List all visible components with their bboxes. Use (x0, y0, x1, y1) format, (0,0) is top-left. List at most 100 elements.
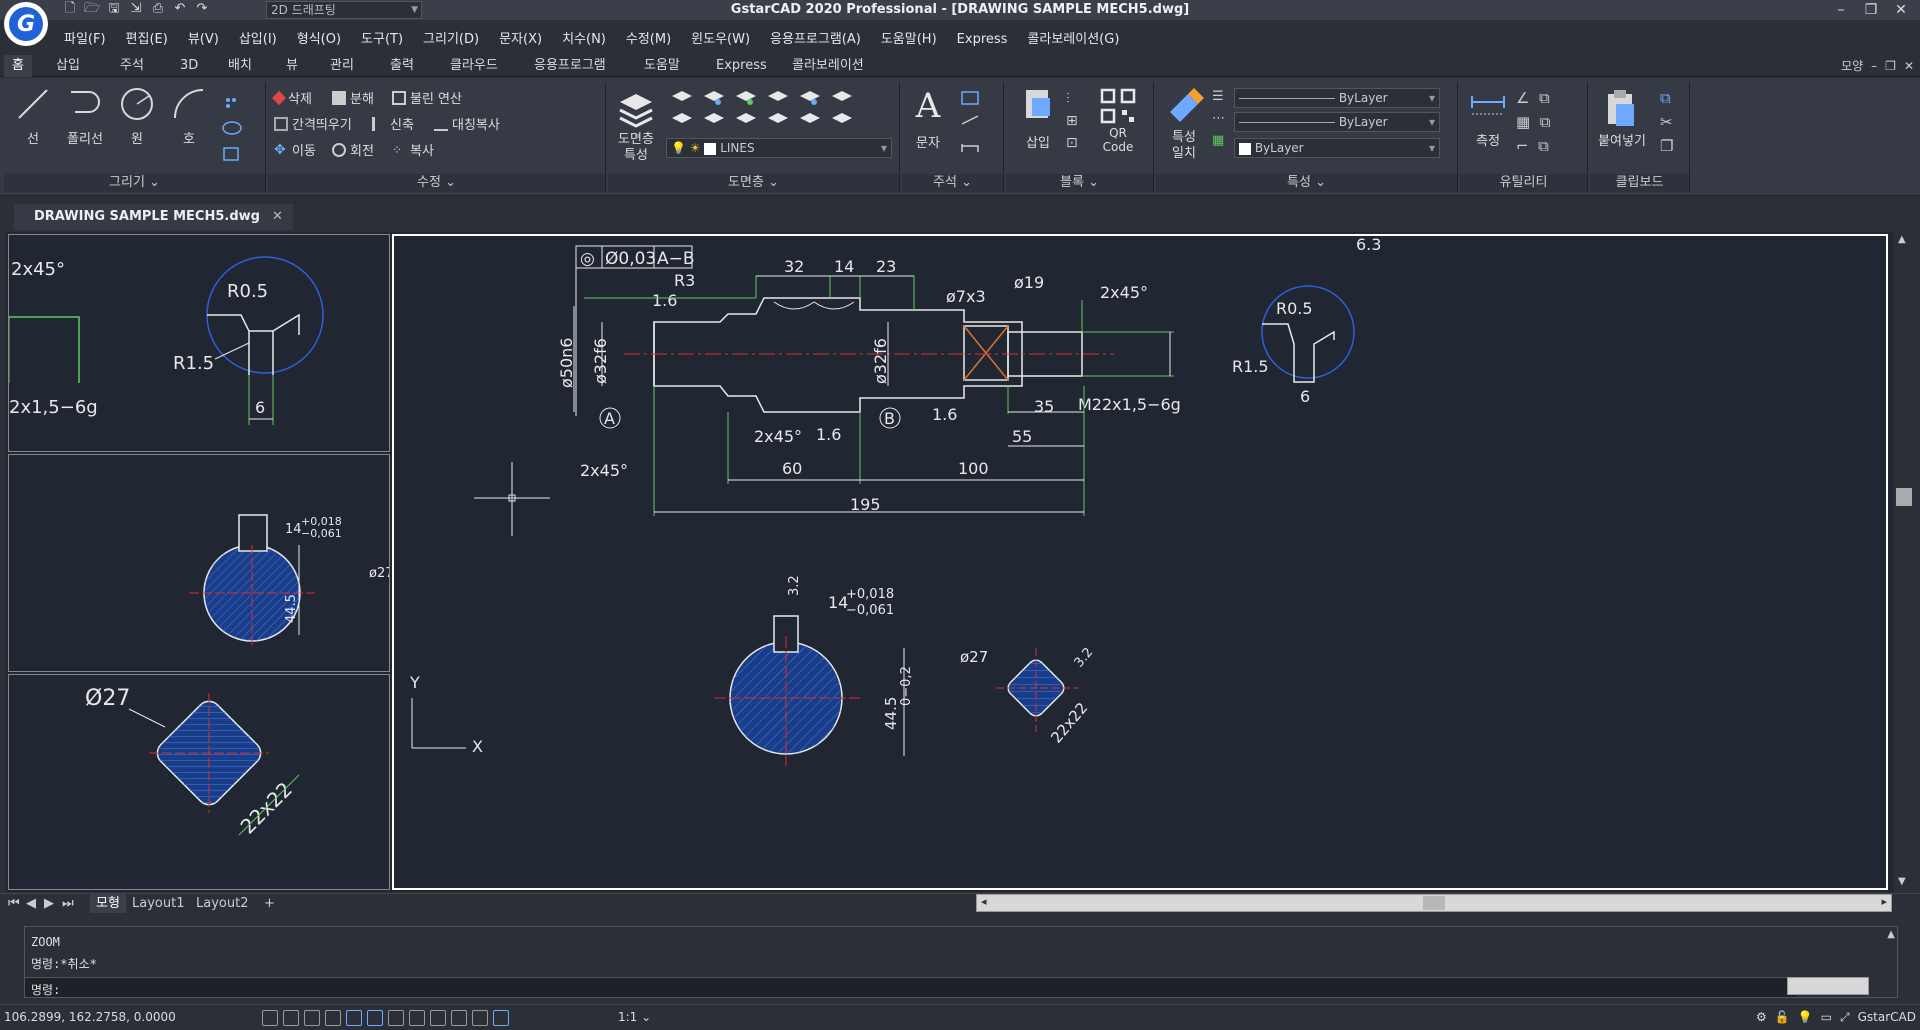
layout-tab[interactable]: Layout1 (132, 894, 184, 913)
redo-icon[interactable]: ↷ (194, 1, 210, 17)
match-properties-label[interactable]: 특성 일치 (1160, 130, 1208, 162)
monitor-icon[interactable]: ▭ (1821, 1005, 1832, 1029)
panel-annotation-title[interactable]: 주석 ⌄ (902, 174, 1003, 192)
ribbon-tab[interactable]: 관리 (322, 55, 362, 77)
save-as-icon[interactable]: ⇲ (128, 1, 144, 17)
menu-item[interactable]: 편집(E) (116, 30, 178, 50)
color-dropdown[interactable]: ByLayer ▾ (1234, 88, 1440, 108)
layout-nav-first-icon[interactable]: ⏮ (8, 894, 20, 913)
menu-item[interactable]: 그리기(D) (413, 30, 489, 50)
match-properties-icon[interactable] (1164, 86, 1204, 126)
layout-tab[interactable]: Layout2 (196, 894, 248, 913)
panel-layers-title[interactable]: 도면층 ⌄ (608, 174, 899, 192)
ortho-icon[interactable] (304, 1010, 320, 1026)
appearance-menu[interactable]: 모양 (1841, 55, 1863, 77)
snap-icon[interactable] (283, 1010, 299, 1026)
text-label[interactable]: 문자 (908, 132, 948, 151)
zoom-icon[interactable] (472, 1010, 488, 1026)
menu-item[interactable]: 수정(M) (616, 30, 681, 50)
ribbon-tab[interactable]: 도움말 (636, 55, 688, 77)
menu-item[interactable]: 문자(X) (489, 30, 552, 50)
close-tab-icon[interactable]: ✕ (272, 209, 283, 224)
layer-properties-icon[interactable] (616, 88, 656, 128)
insert-label[interactable]: 삽입 (1014, 132, 1062, 151)
otrack-icon[interactable] (367, 1010, 383, 1026)
ribbon-tab[interactable]: 3D (172, 55, 206, 77)
ribbon-close-icon[interactable]: ✕ (1904, 55, 1914, 77)
panel-modify-title[interactable]: 수정 ⌄ (268, 174, 605, 192)
ribbon-tab[interactable]: 배치 (220, 55, 260, 77)
layout-tab[interactable]: 모형 (90, 894, 126, 913)
ribbon-tab[interactable]: 콜라보레이션 (784, 55, 872, 77)
panel-block-title[interactable]: 블록 ⌄ (1006, 174, 1153, 192)
layout-tab[interactable]: + (264, 894, 275, 913)
offset-button[interactable]: 간격띄우기 (274, 114, 352, 133)
menu-item[interactable]: 콜라보레이션(G) (1017, 30, 1129, 50)
menu-item[interactable]: 도움말(H) (871, 30, 947, 50)
viewport-icon[interactable] (493, 1010, 509, 1026)
rotate-button[interactable]: 회전 (332, 140, 374, 159)
grid-icon[interactable] (262, 1010, 278, 1026)
save-icon[interactable]: 🖫 (106, 1, 122, 17)
insert-block-icon[interactable] (1020, 86, 1056, 126)
dyn-icon[interactable] (388, 1010, 404, 1026)
menu-item[interactable]: 응용프로그램(A) (760, 30, 871, 50)
layer-iso-icon[interactable] (451, 1010, 467, 1026)
utility-small-icons[interactable]: ∠ ⧉ ▦ ⧉ ⌐ ⧉ (1516, 86, 1550, 158)
paste-label[interactable]: 붙여넣기 (1592, 130, 1652, 149)
text-icon[interactable]: A (908, 86, 948, 126)
ribbon-tab[interactable]: 응용프로그램 (526, 55, 614, 77)
linetype-dropdown[interactable]: ByLayer ▾ (1234, 112, 1440, 132)
panel-draw-title[interactable]: 그리기 ⌄ (4, 174, 265, 192)
panel-clipboard-title[interactable]: 클립보드 (1590, 174, 1689, 192)
layer-properties-label[interactable]: 도면층 특성 (610, 132, 662, 164)
document-tab[interactable]: DRAWING SAMPLE MECH5.dwg ✕ (14, 204, 293, 230)
erase-button[interactable]: 삭제 (271, 88, 312, 107)
mirror-button[interactable]: 대칭복사 (434, 114, 500, 133)
lock-icon[interactable]: 🔓 (1775, 1005, 1790, 1029)
qprops-icon[interactable] (430, 1010, 446, 1026)
arc-button[interactable]: 호 (166, 84, 212, 147)
undo-icon[interactable]: ↶ (172, 1, 188, 17)
layout-nav-prev-icon[interactable]: ◀ (26, 894, 36, 913)
menu-item[interactable]: 도구(T) (351, 30, 413, 50)
menu-item[interactable]: Express (947, 30, 1018, 50)
block-small-tools[interactable]: ⫶ ⊞ ⊡ (1066, 88, 1078, 154)
ribbon-minimize-icon[interactable]: – (1871, 55, 1877, 77)
menu-item[interactable]: 뷰(V) (178, 30, 229, 50)
annotation-small-tools[interactable] (958, 88, 998, 160)
menu-item[interactable]: 삽입(I) (229, 30, 287, 50)
boolean-button[interactable]: 불린 연산 (392, 88, 462, 107)
measure-icon[interactable] (1468, 90, 1508, 120)
copy-button[interactable]: ⁘ 복사 (392, 140, 434, 160)
print-icon[interactable]: ⎙ (150, 1, 166, 17)
workspace-select[interactable]: 2D 드래프팅 ▼ (266, 1, 422, 19)
annotation-scale[interactable]: 1:1 ⌄ (618, 1005, 651, 1029)
scroll-thumb[interactable] (1896, 488, 1912, 506)
panel-properties-title[interactable]: 특성 ⌄ (1156, 174, 1457, 192)
stretch-button[interactable]: 신축 (372, 114, 414, 133)
drawing-canvas[interactable]: 2x45° 2x1,5−6g R0.5 R1.5 6 14 +0,018 −0,… (6, 232, 1914, 892)
minimize-button[interactable]: – (1826, 0, 1856, 20)
measure-label[interactable]: 측정 (1466, 130, 1510, 149)
viewport-top-left[interactable]: 2x45° 2x1,5−6g R0.5 R1.5 6 (8, 234, 390, 452)
command-input[interactable]: 명령: (25, 977, 1797, 997)
app-logo[interactable]: G (4, 2, 48, 46)
rectangle-icon[interactable] (223, 147, 239, 161)
restore-button[interactable]: ❐ (1856, 0, 1886, 20)
horizontal-scroll-thumb[interactable] (1423, 896, 1445, 910)
horizontal-scrollbar[interactable]: ◂ ▸ (976, 894, 1892, 912)
lineweight-dropdown[interactable]: ByLayer ▾ (1234, 138, 1440, 158)
move-button[interactable]: ✥ 이동 (274, 140, 316, 160)
viewport-mid-left[interactable]: 14 +0,018 −0,061 44.5 ø27 (8, 454, 394, 672)
menu-item[interactable]: 치수(N) (552, 30, 616, 50)
panel-utilities-title[interactable]: 유틸리티 (1460, 174, 1587, 192)
line-button[interactable]: 선 (10, 84, 56, 147)
ribbon-restore-icon[interactable]: ❐ (1885, 55, 1896, 77)
menu-item[interactable]: 윈도우(W) (681, 30, 760, 50)
ribbon-tab[interactable]: 뷰 (278, 55, 306, 77)
layout-nav-last-icon[interactable]: ⏭ (62, 894, 74, 913)
layer-tool-icons[interactable] (666, 88, 886, 132)
point-icon[interactable] (226, 98, 236, 108)
bulb-icon[interactable]: 💡 (1798, 1005, 1813, 1029)
